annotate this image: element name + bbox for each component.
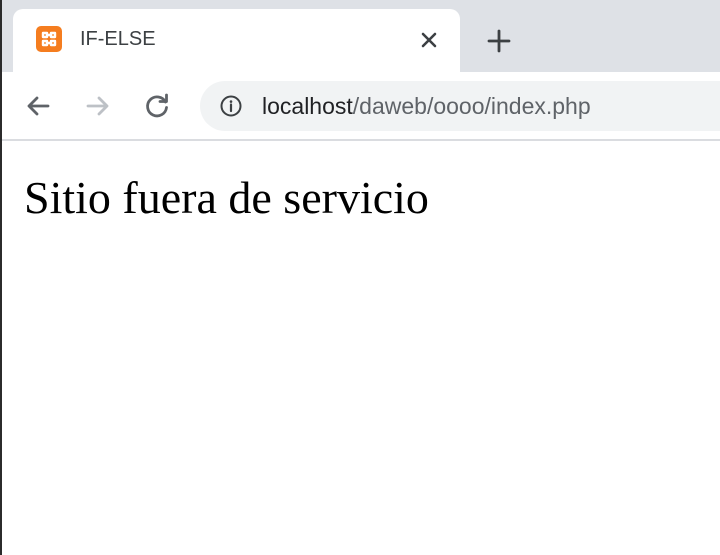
info-icon[interactable] — [219, 94, 243, 118]
tab-title: IF-ELSE — [80, 28, 156, 50]
xampp-logo-icon — [36, 26, 62, 52]
url-text: localhost/daweb/oooo/index.php — [262, 92, 591, 120]
browser-toolbar: localhost/daweb/oooo/index.php — [0, 72, 720, 139]
url-path: /daweb/oooo/index.php — [352, 93, 591, 119]
forward-arrow-icon[interactable] — [82, 90, 114, 122]
address-bar[interactable]: localhost/daweb/oooo/index.php — [200, 81, 720, 131]
reload-icon[interactable] — [141, 90, 173, 122]
close-icon[interactable] — [417, 28, 441, 52]
page-message: Sitio fuera de servicio — [24, 172, 429, 223]
tab-strip: IF-ELSE — [0, 0, 720, 72]
new-tab-icon[interactable] — [484, 26, 514, 56]
back-arrow-icon[interactable] — [22, 90, 54, 122]
browser-window: IF-ELSE localhost/daweb/oooo/index.php S… — [0, 0, 720, 555]
url-host: localhost — [262, 93, 353, 119]
window-border — [0, 0, 2, 555]
tab-active[interactable]: IF-ELSE — [13, 9, 460, 72]
page-content: Sitio fuera de servicio — [0, 141, 720, 555]
